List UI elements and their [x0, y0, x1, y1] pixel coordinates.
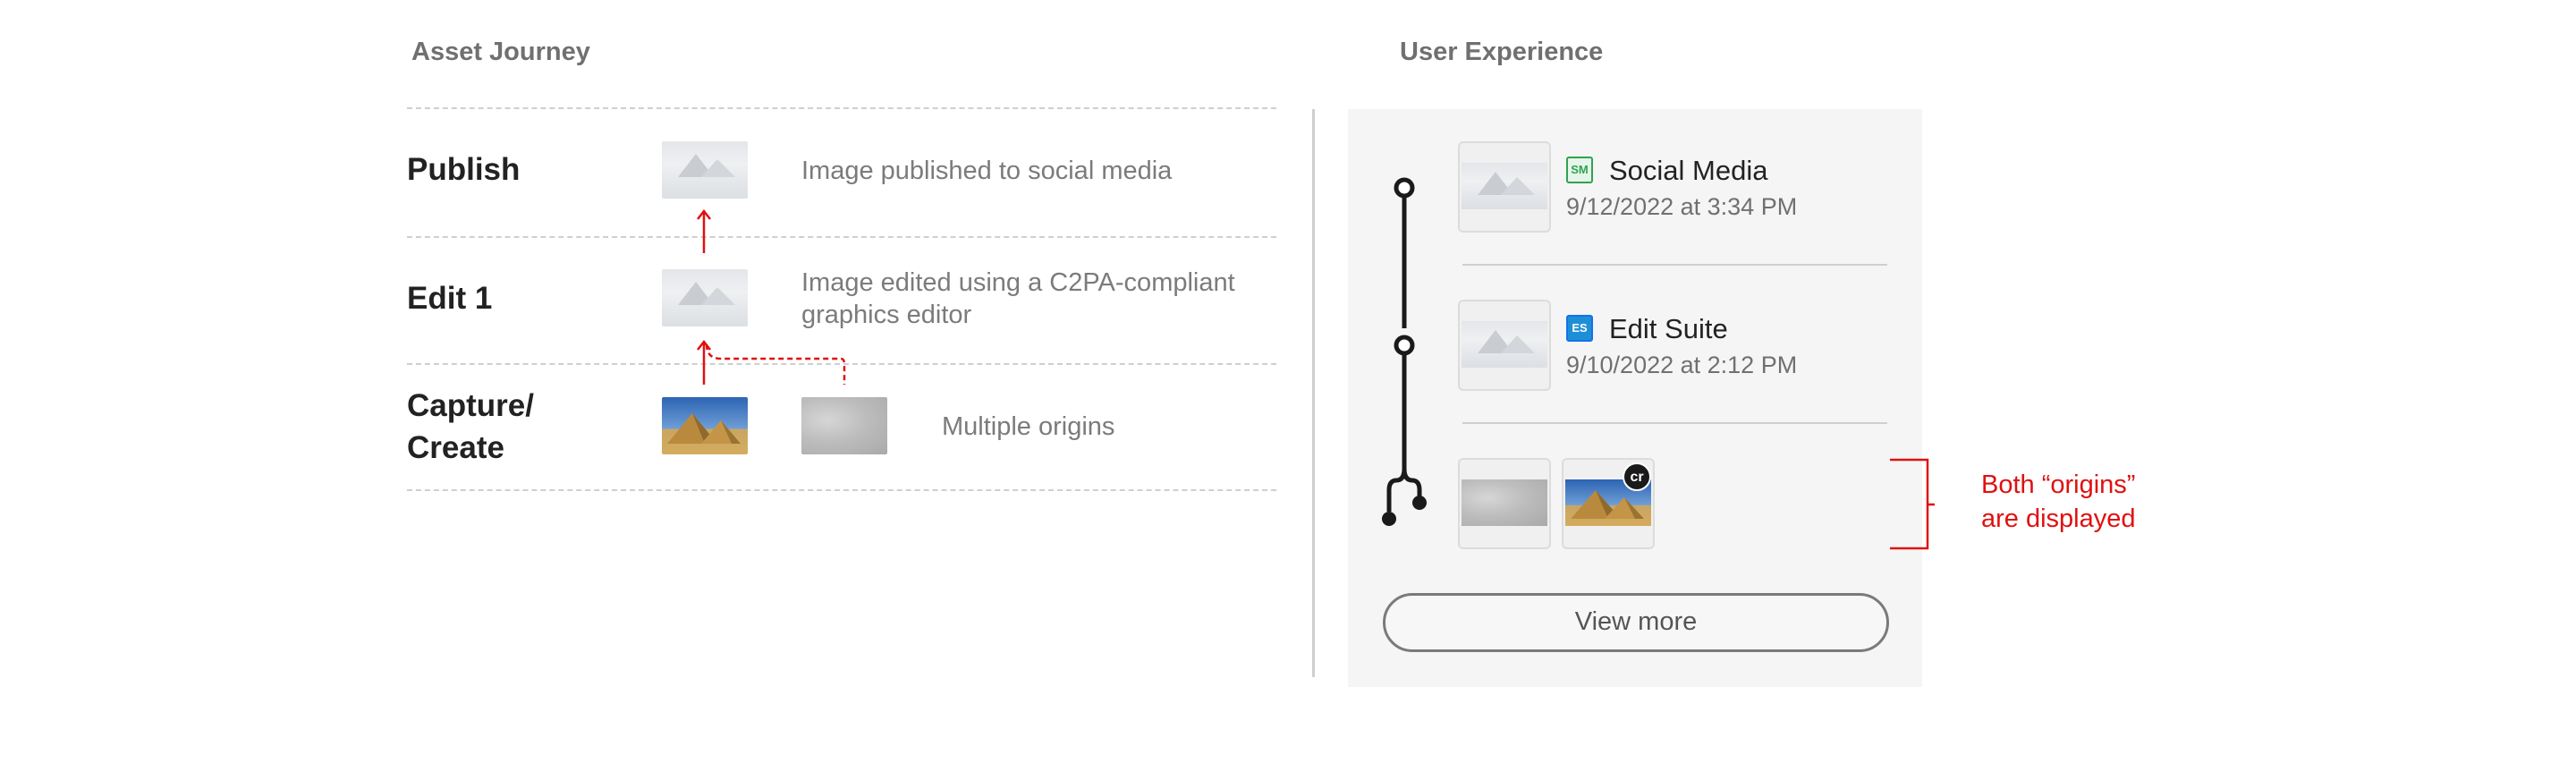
row-label-capture-line1: Capture/	[407, 388, 534, 423]
content-credentials-cr-icon[interactable]: cr	[1623, 462, 1651, 491]
cloud-thumbnail	[1462, 479, 1547, 526]
pyramids-thumbnail	[662, 397, 748, 454]
entry-timestamp: 9/12/2022 at 3:34 PM	[1566, 193, 1798, 220]
view-more-button[interactable]: View more	[1383, 593, 1889, 652]
row-label-publish: Publish	[407, 152, 521, 187]
entry-timestamp: 9/10/2022 at 2:12 PM	[1566, 352, 1798, 378]
snow-mountain-thumbnail	[662, 141, 748, 199]
annotation-line1: Both “origins”	[1981, 471, 2136, 499]
row-description-capture: Multiple origins	[942, 412, 1115, 441]
annotation-bracket	[1890, 458, 1935, 550]
flow-arrows	[697, 208, 846, 385]
social-media-badge-icon: SM	[1566, 157, 1593, 183]
row-label-edit: Edit 1	[407, 281, 493, 316]
entry-separator	[1462, 264, 1887, 266]
row-description-publish: Image published to social media	[801, 157, 1173, 185]
entry-thumbnail-card[interactable]	[1458, 141, 1551, 233]
user-experience-title: User Experience	[1400, 38, 1604, 66]
entry-separator	[1462, 422, 1887, 424]
snow-mountain-thumbnail	[1462, 321, 1547, 368]
timeline-branch-icon	[1382, 177, 1427, 526]
divider	[407, 489, 1276, 491]
edit-suite-badge-icon: ES	[1566, 315, 1593, 342]
origin-thumbnail-card[interactable]	[1458, 458, 1551, 549]
snow-mountain-thumbnail	[1462, 163, 1547, 209]
divider	[407, 107, 1276, 109]
cloud-thumbnail	[801, 397, 887, 454]
section-divider	[1312, 109, 1315, 677]
row-label-capture-line2: Create	[407, 430, 504, 465]
entry-thumbnail-card[interactable]	[1458, 300, 1551, 391]
entry-name: Social Media	[1609, 155, 1768, 186]
asset-journey-title: Asset Journey	[411, 38, 590, 66]
annotation-line2: are displayed	[1981, 504, 2136, 533]
entry-name: Edit Suite	[1609, 313, 1728, 344]
